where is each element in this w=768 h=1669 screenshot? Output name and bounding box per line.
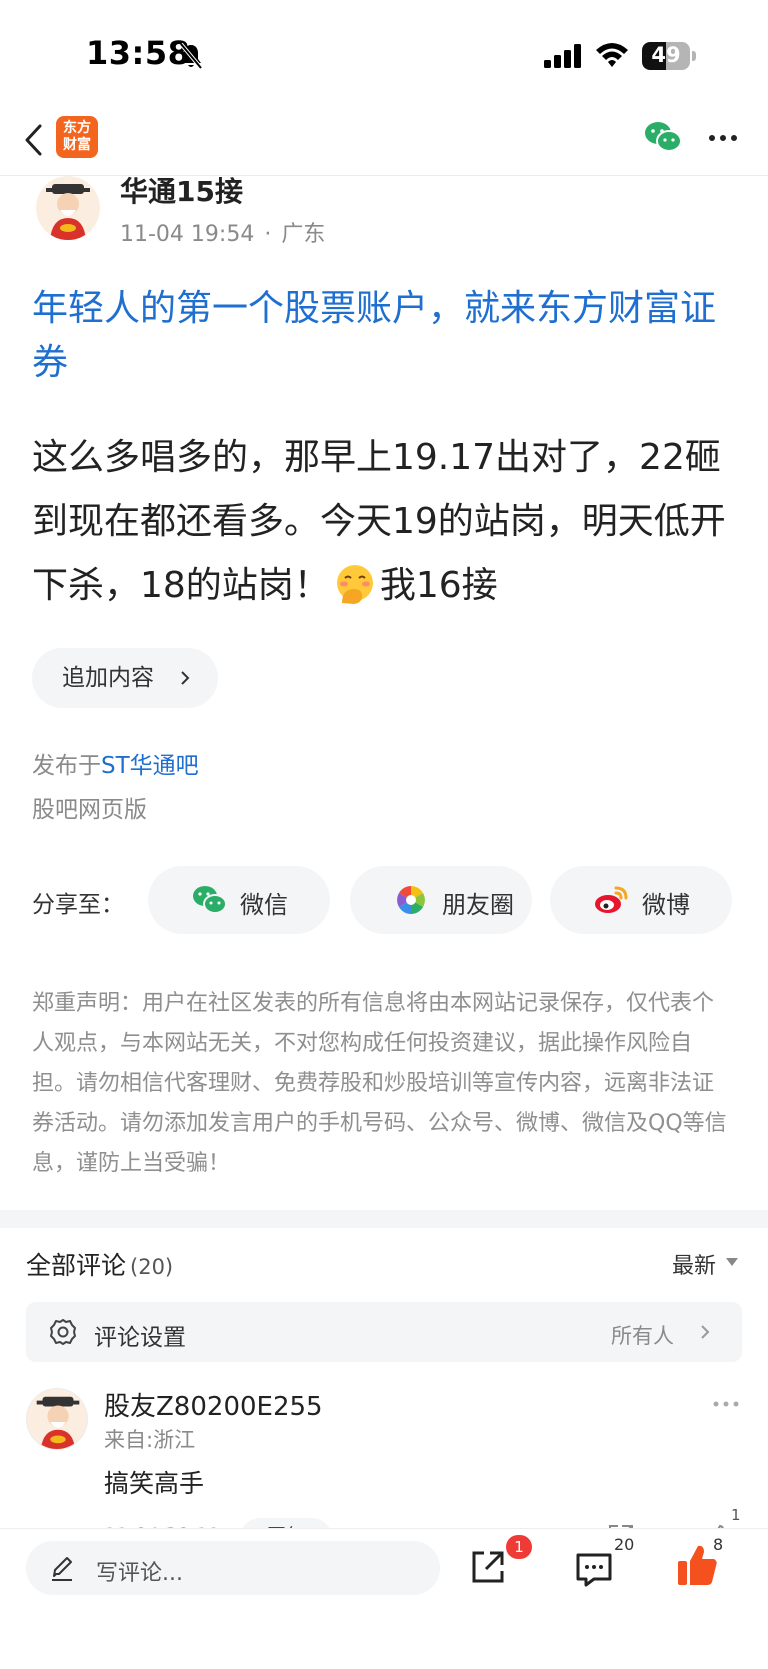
share-label: 分享至： bbox=[32, 892, 124, 918]
post-meta: 11-04 19:54 · 广东 bbox=[120, 216, 325, 248]
more-icon[interactable] bbox=[708, 134, 738, 142]
append-content-button[interactable]: 追加内容 bbox=[32, 648, 218, 708]
like-count: 8 bbox=[713, 1535, 724, 1554]
meta-dot: · bbox=[264, 222, 272, 247]
status-bar: 13:58 49 bbox=[0, 0, 768, 110]
share-wechat-button[interactable]: 微信 bbox=[148, 866, 330, 934]
status-time: 13:58 bbox=[86, 34, 191, 72]
fortune-god-avatar-icon bbox=[46, 184, 90, 240]
comment-like-count: 1 bbox=[731, 1506, 741, 1524]
disclaimer: 郑重声明：用户在社区发表的所有信息将由本网站记录保存，仅代表个人观点，与本网站无… bbox=[32, 991, 727, 1176]
more-icon[interactable] bbox=[712, 1400, 740, 1408]
share-weibo-button[interactable]: 微博 bbox=[550, 866, 732, 934]
logo-line2: 财富 bbox=[63, 137, 91, 153]
comment-icon[interactable] bbox=[574, 1551, 614, 1587]
published-in: 发布于ST华通吧 bbox=[32, 746, 199, 780]
append-content-label: 追加内容 bbox=[62, 665, 154, 691]
comment-settings-row[interactable]: 评论设置 所有人 bbox=[26, 1302, 742, 1362]
published-prefix: 发布于 bbox=[32, 753, 101, 779]
comment-username[interactable]: 股友Z80200E255 bbox=[104, 1386, 323, 1423]
app-logo[interactable]: 东方 财富 bbox=[56, 116, 98, 158]
hand-over-mouth-emoji-icon bbox=[336, 565, 373, 604]
share-wechat-label: 微信 bbox=[240, 891, 288, 919]
gear-icon bbox=[50, 1319, 76, 1345]
comment-location: 来自:浙江 bbox=[104, 1428, 196, 1452]
nav-bar: 东方 财富 bbox=[0, 110, 768, 176]
battery-percent: 49 bbox=[651, 43, 681, 67]
forum-link[interactable]: ST华通吧 bbox=[101, 753, 199, 779]
bottom-bar: 写评论... 1 20 8 bbox=[0, 1528, 768, 1669]
thumbs-up-icon[interactable] bbox=[676, 1543, 718, 1587]
comment-count: 20 bbox=[614, 1535, 635, 1554]
pen-icon bbox=[52, 1557, 72, 1581]
share-icon[interactable] bbox=[468, 1547, 508, 1587]
sort-select[interactable]: 最新 bbox=[672, 1248, 716, 1280]
post-date: 11-04 19:54 bbox=[120, 222, 255, 247]
wechat-icon bbox=[193, 886, 226, 914]
author-avatar[interactable] bbox=[36, 176, 100, 240]
post-ad-title[interactable]: 年轻人的第一个股票账户，就来东方财富证券 bbox=[32, 282, 736, 390]
share-moments-label: 朋友圈 bbox=[442, 891, 514, 919]
moments-aperture-icon bbox=[397, 886, 425, 914]
comments-count: (20) bbox=[130, 1255, 174, 1279]
post-body-text-end: 我16接 bbox=[379, 565, 498, 606]
post-location: 广东 bbox=[281, 222, 326, 247]
comments-title-text: 全部评论 bbox=[26, 1251, 127, 1280]
comment-settings-label: 评论设置 bbox=[94, 1325, 186, 1351]
post-body: 这么多唱多的，那早上19.17出对了，22砸到现在都还看多。今天19的站岗，明天… bbox=[32, 426, 742, 618]
logo-line1: 东方 bbox=[63, 120, 91, 136]
author-name[interactable]: 华通15接 bbox=[120, 170, 243, 210]
web-version-link[interactable]: 股吧网页版 bbox=[32, 790, 147, 824]
comment-avatar[interactable] bbox=[26, 1388, 88, 1450]
chevron-right-icon bbox=[181, 671, 190, 685]
cellular-signal-icon bbox=[544, 44, 581, 68]
caret-down-icon[interactable] bbox=[726, 1258, 738, 1266]
battery-indicator: 49 bbox=[642, 42, 696, 70]
comment-settings-value: 所有人 bbox=[611, 1324, 674, 1348]
weibo-icon bbox=[595, 886, 628, 913]
comment-text: 搞笑高手 bbox=[104, 1469, 205, 1498]
bell-off-icon bbox=[179, 42, 203, 70]
write-comment-placeholder: 写评论... bbox=[96, 1561, 183, 1586]
chevron-right-icon bbox=[701, 1325, 710, 1339]
wechat-icon[interactable] bbox=[644, 120, 682, 154]
share-weibo-label: 微博 bbox=[642, 891, 690, 919]
wifi-icon bbox=[596, 43, 628, 67]
comments-title: 全部评论 (20) bbox=[26, 1246, 173, 1282]
fortune-god-avatar-icon bbox=[36, 1396, 80, 1449]
write-comment-input[interactable]: 写评论... bbox=[26, 1541, 440, 1595]
share-badge: 1 bbox=[506, 1535, 532, 1559]
share-moments-button[interactable]: 朋友圈 bbox=[350, 866, 532, 934]
back-icon[interactable] bbox=[22, 120, 46, 160]
section-divider bbox=[0, 1210, 768, 1228]
